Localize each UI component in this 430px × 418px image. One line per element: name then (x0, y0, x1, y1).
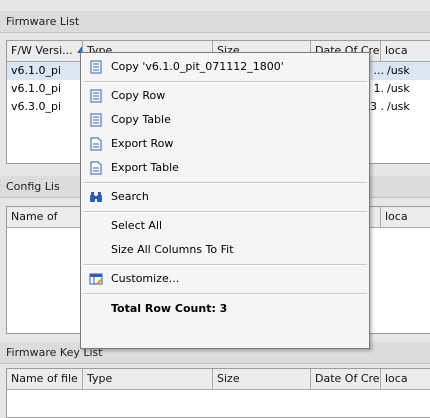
menu-item-export-table[interactable]: Export Table (81, 156, 369, 180)
menu-separator (83, 264, 367, 266)
firmware-key-list-panel: Firmware Key List Name of file Type Size… (0, 340, 430, 418)
menu-item-copy-cell[interactable]: Copy 'v6.1.0_pit_071112_1800' (81, 55, 369, 79)
binoculars-icon (90, 192, 102, 202)
copy-row-icon (90, 89, 102, 103)
export-table-icon (90, 161, 102, 175)
customize-table-icon (89, 273, 103, 285)
cell-location: /usk (387, 82, 410, 95)
export-row-icon (90, 137, 102, 151)
col-date[interactable]: Date Of Crea... (311, 369, 381, 389)
cell-version: v6.1.0_pi (11, 82, 62, 95)
menu-separator (83, 293, 367, 295)
menu-item-copy-row[interactable]: Copy Row (81, 84, 369, 108)
firmware-key-table-header: Name of file Type Size Date Of Crea... l… (7, 369, 430, 390)
col-size[interactable]: Size (213, 369, 311, 389)
menu-item-export-row[interactable]: Export Row (81, 132, 369, 156)
menu-separator (83, 81, 367, 83)
cell-location: /usk (387, 64, 410, 77)
col-location[interactable]: loca (381, 41, 430, 61)
col-location[interactable]: loca (381, 369, 430, 389)
copy-icon (90, 60, 102, 74)
col-location[interactable]: loca (381, 207, 430, 227)
col-fw-version[interactable]: F/W Versi... (7, 41, 83, 61)
menu-total-row-count: Total Row Count: 3 (111, 302, 228, 315)
firmware-key-table[interactable]: Name of file Type Size Date Of Crea... l… (6, 368, 430, 418)
firmware-list-title: Firmware List (0, 11, 430, 33)
menu-item-select-all[interactable]: Select All (81, 214, 369, 238)
cell-location: /usk (387, 100, 410, 113)
copy-table-icon (90, 113, 102, 127)
cell-version: v6.1.0_pi (11, 64, 62, 77)
menu-item-search[interactable]: Search (81, 185, 369, 209)
col-name[interactable]: Name of (7, 207, 83, 227)
menu-item-size-columns[interactable]: Size All Columns To Fit (81, 238, 369, 262)
context-menu: Copy 'v6.1.0_pit_071112_1800' Copy Row C… (80, 52, 370, 349)
menu-separator (83, 182, 367, 184)
cell-version: v6.3.0_pi (11, 100, 62, 113)
menu-item-copy-table[interactable]: Copy Table (81, 108, 369, 132)
col-type[interactable]: Type (83, 369, 213, 389)
col-name-of-file[interactable]: Name of file (7, 369, 83, 389)
menu-separator (83, 211, 367, 213)
menu-item-customize[interactable]: Customize... (81, 267, 369, 291)
